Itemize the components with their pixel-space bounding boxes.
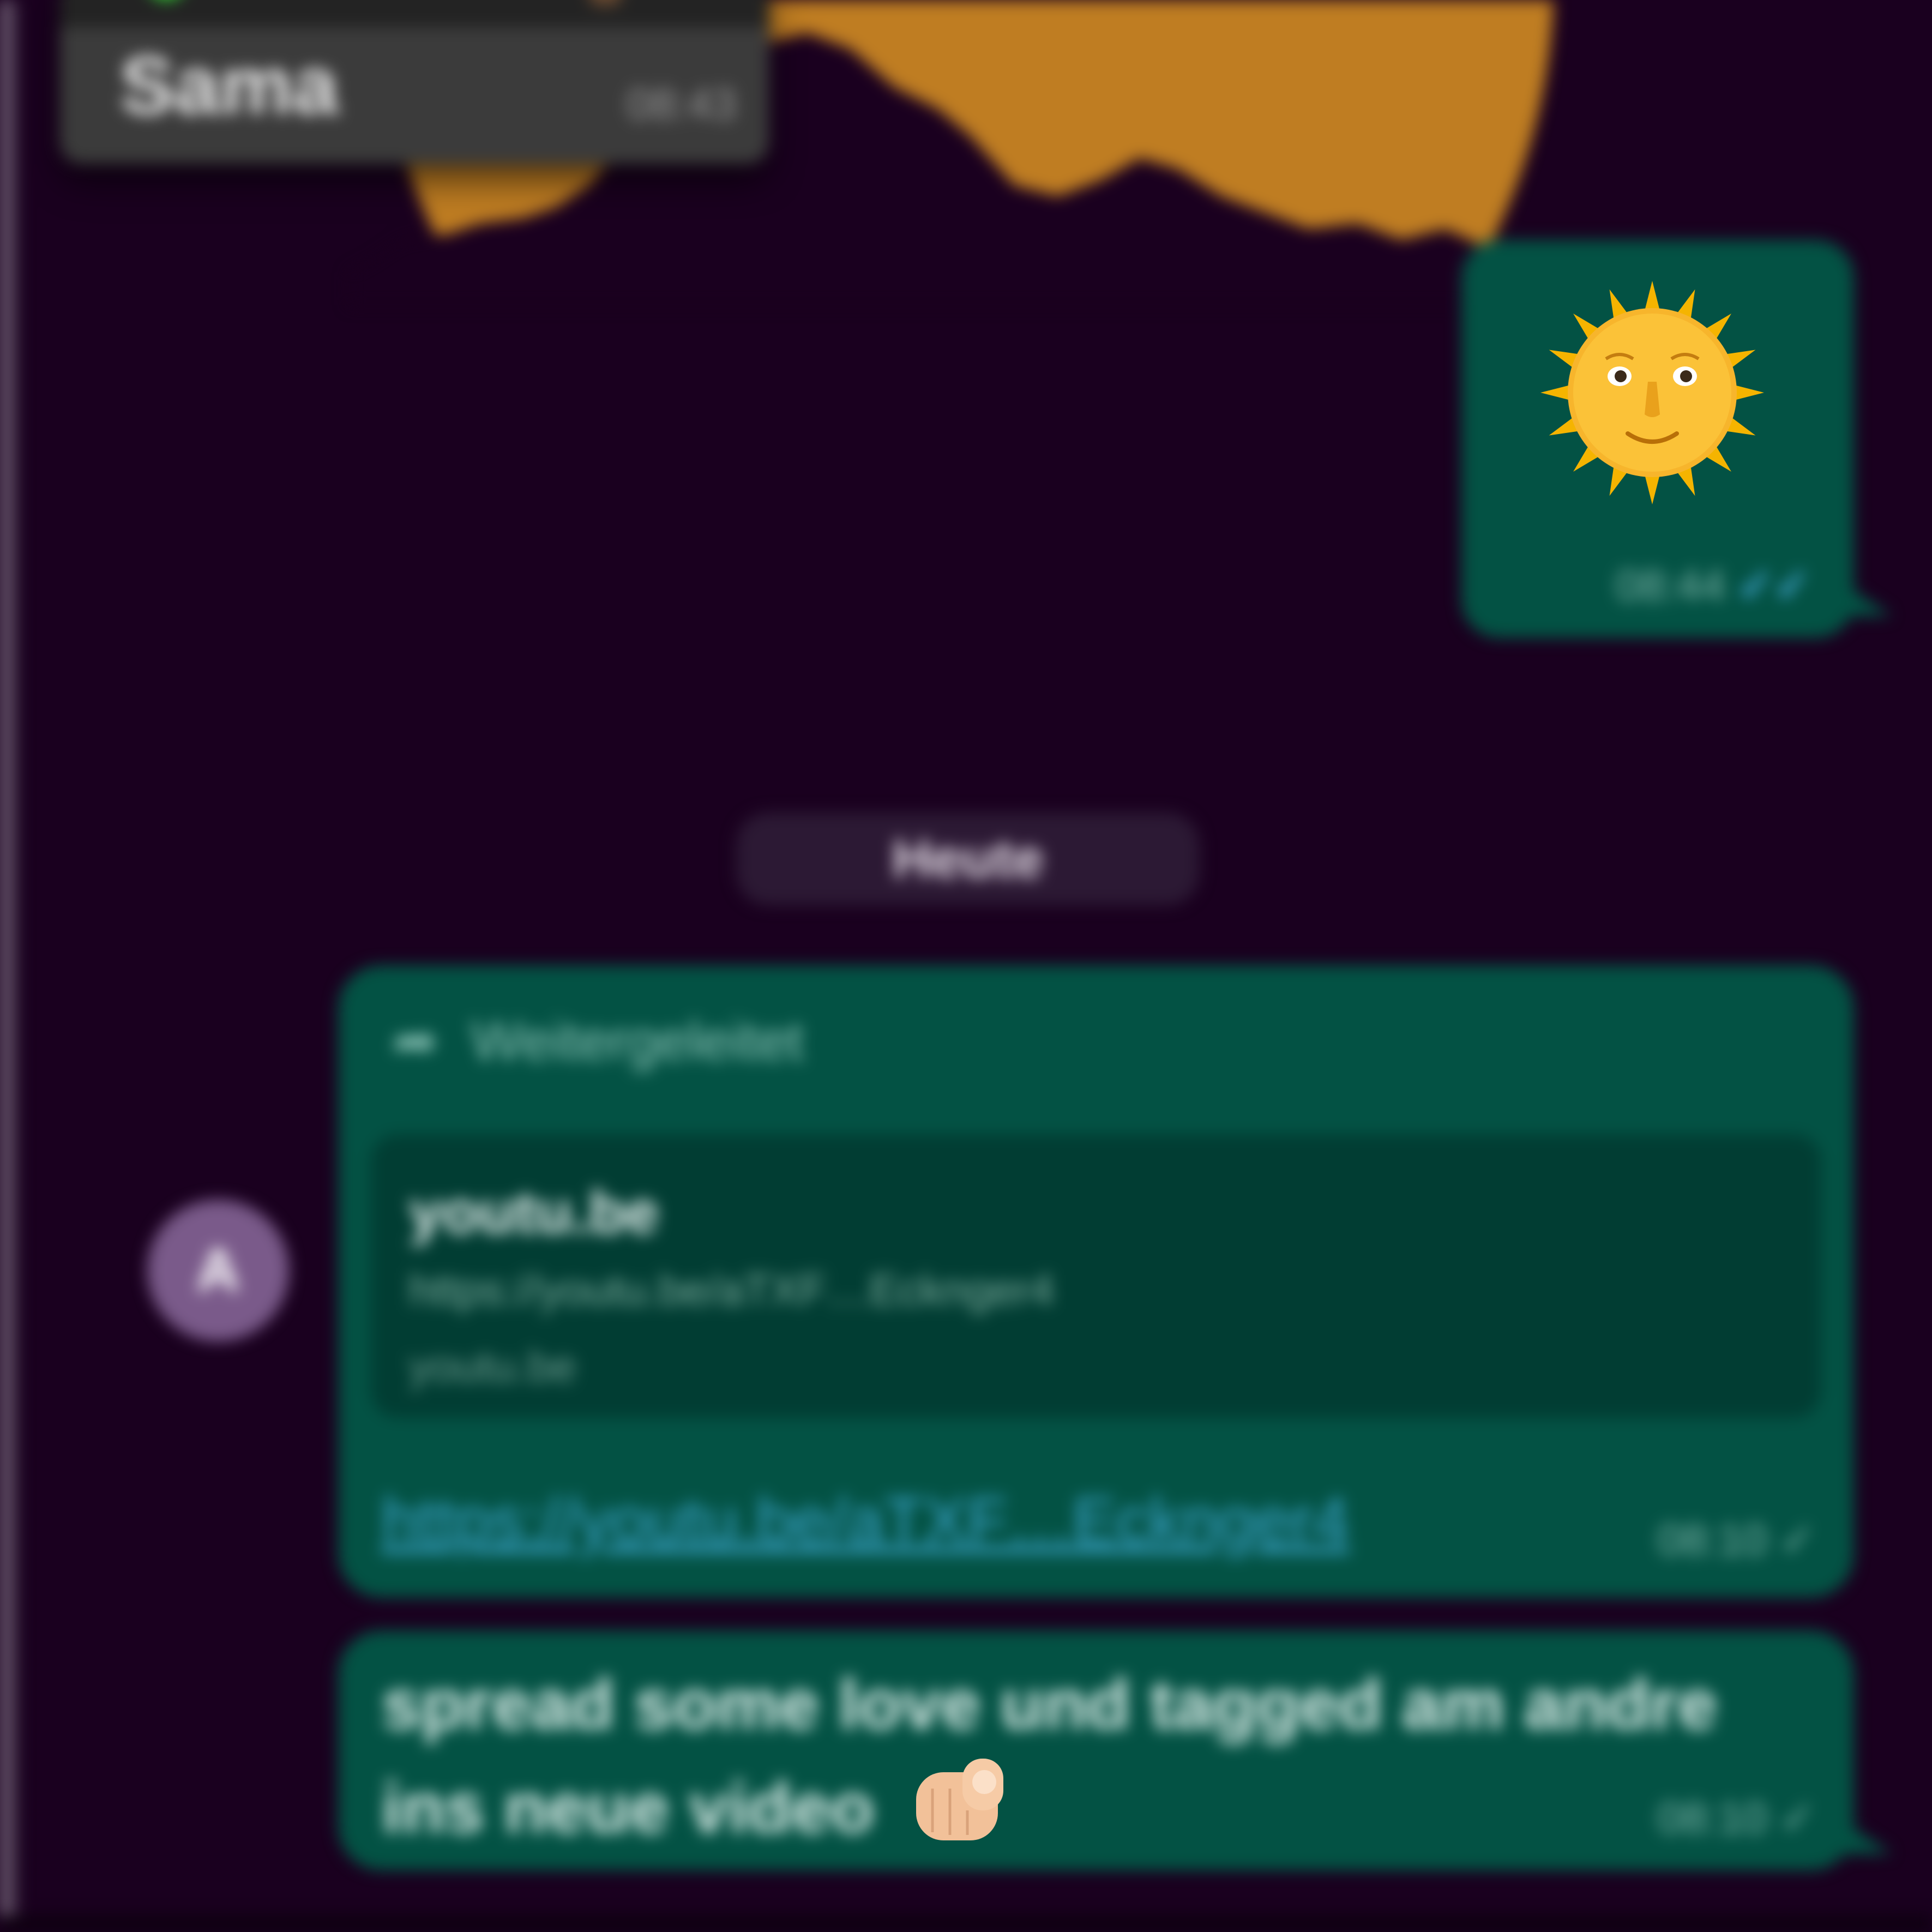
message-meta: 08:10 ✓ — [1658, 1792, 1816, 1843]
date-separator: Heute — [736, 812, 1200, 905]
sticker-sender-popup[interactable]: Sama 08:43 — [60, 0, 769, 164]
sun-with-face-icon — [1540, 281, 1764, 504]
message-time: 08:10 — [1658, 1793, 1767, 1842]
avatar[interactable]: A — [147, 1200, 289, 1341]
outgoing-text-message[interactable]: spread some love und tagged am andre ins… — [338, 1630, 1892, 1870]
link-preview-domain: youtu.be — [409, 1342, 576, 1391]
message-text-line-1: spread some love und tagged am andre — [382, 1664, 1717, 1744]
message-meta: 08:44 ✓✓ — [1616, 560, 1811, 611]
bubble-tail — [1843, 583, 1892, 616]
message-link[interactable]: https://youtu.be/aTXF…Ecknger4 — [382, 1483, 1349, 1558]
message-meta: 08:10 ✓ — [1658, 1514, 1816, 1565]
sent-check-icon: ✓ — [1779, 1793, 1816, 1842]
forwarded-label: Weitergeleitet — [471, 1010, 804, 1072]
sent-check-icon: ✓ — [1779, 1515, 1816, 1564]
pointing-at-viewer-icon — [916, 1759, 1003, 1840]
message-time: 08:44 — [1616, 561, 1725, 610]
link-preview-title: youtu.be — [409, 1179, 659, 1246]
forwarded-header: ➦ Weitergeleitet — [393, 1009, 803, 1073]
link-preview-description: https://youtu.be/aTXF…Ecknger4 — [409, 1266, 1054, 1314]
read-check-icon: ✓✓ — [1737, 561, 1810, 610]
message-time: 08:10 — [1658, 1515, 1767, 1564]
message-text-line-2: ins neue video — [382, 1768, 875, 1847]
forwarded-link-message[interactable]: ➦ Weitergeleitet youtu.be https://youtu.b… — [338, 965, 1854, 1598]
link-preview-card[interactable]: youtu.be https://youtu.be/aTXF…Ecknger4 … — [371, 1134, 1821, 1418]
chat-screen: Sama 08:43 08:44 ✓✓ Heute A ➦ Weitergelei… — [0, 0, 1932, 1932]
popup-strip — [60, 0, 769, 27]
forward-arrow-icon: ➦ — [393, 1010, 438, 1072]
popup-sender-name: Sama — [120, 39, 339, 131]
window-edge — [0, 0, 19, 1932]
popup-time: 08:43 — [627, 80, 736, 128]
bottom-bar — [0, 1916, 1932, 1932]
bubble-tail — [1843, 1821, 1892, 1854]
